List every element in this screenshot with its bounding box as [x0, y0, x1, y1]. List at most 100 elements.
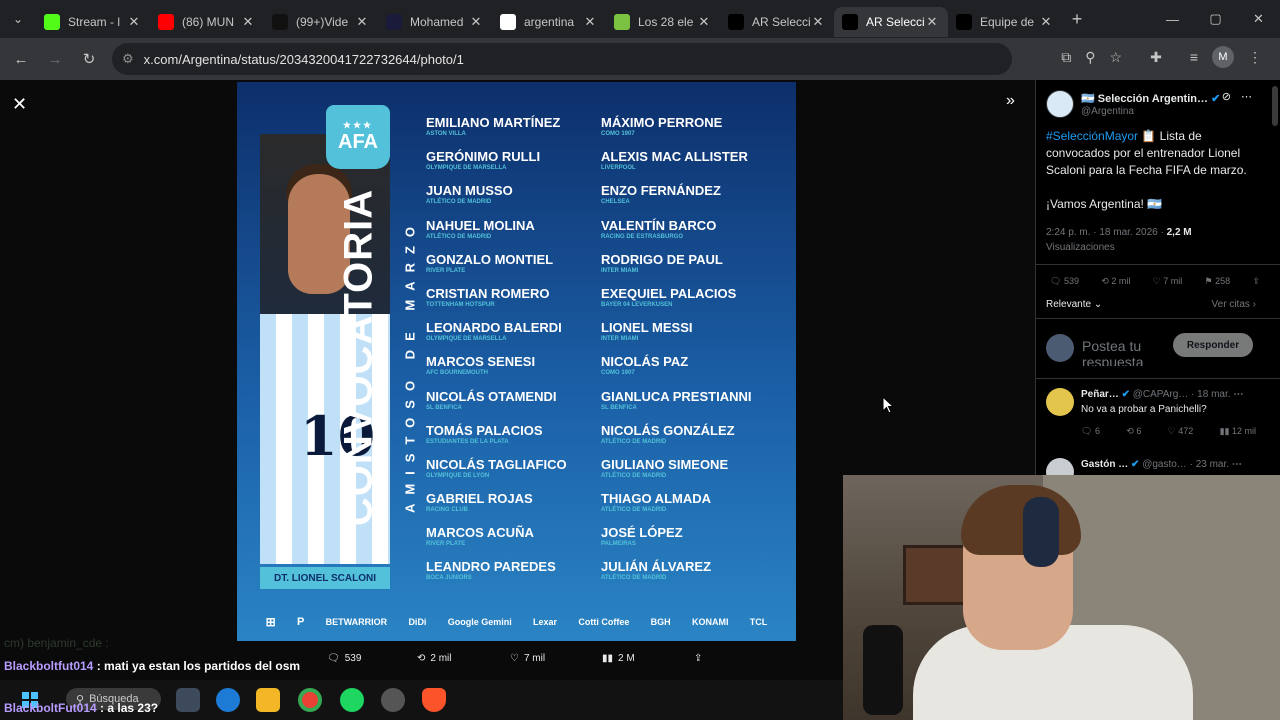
close-tab-icon[interactable]: ✕ [126, 14, 142, 30]
browser-tab[interactable]: Equipe de ✕ [948, 7, 1062, 37]
player-club: AFC BOURNEMOUTH [426, 370, 488, 377]
extensions-icon[interactable]: ✚ [1150, 49, 1162, 66]
close-viewer-icon[interactable]: ✕ [12, 94, 27, 115]
reply-avatar[interactable] [1046, 388, 1074, 416]
browser-menu-icon[interactable]: ⋮ [1248, 49, 1262, 66]
player-list-col2: MÁXIMO PERRONE COMO 1907 ALEXIS MAC ALLIST… [601, 115, 751, 594]
more-options-icon[interactable]: ⋯ [1241, 90, 1252, 103]
tweet-bookmark-button[interactable]: ⚑ 258 [1205, 276, 1231, 287]
chat-message: BlackboltFut014 : a las 23? [4, 701, 158, 715]
reply-like-count: 472 [1178, 426, 1194, 436]
reply-actions: 🗨 6 ⟲ 6 ♡ 472 ▮▮ 12 mil [1081, 426, 1256, 437]
close-tab-icon[interactable]: ✕ [468, 14, 484, 30]
player-club: ATLÉTICO DE MADRID [426, 199, 492, 206]
photo-like-count: 7 mil [523, 652, 546, 664]
photo-share-button[interactable]: ⇪ [694, 653, 702, 664]
photo-views-button[interactable]: ▮▮ 2 M [602, 653, 635, 664]
photo-repost-button[interactable]: ⟲ 2 mil [417, 653, 452, 664]
browser-tab[interactable]: (99+)Vide ✕ [264, 7, 378, 37]
tweet-like-button[interactable]: ♡ 7 mil [1153, 276, 1183, 287]
close-tab-icon[interactable]: ✕ [696, 14, 712, 30]
photo-repost-count: 2 mil [430, 652, 452, 664]
steam-icon[interactable] [381, 688, 405, 712]
close-tab-icon[interactable]: ✕ [582, 14, 598, 30]
sort-dropdown[interactable]: Relevante ⌄ [1046, 299, 1102, 310]
heart-icon: ♡ [510, 652, 519, 664]
tweet-time[interactable]: 2:24 p. m. · 18 mar. 2026 · [1046, 227, 1164, 238]
zoom-icon[interactable]: ⚲ [1085, 49, 1095, 66]
back-icon[interactable]: ← [4, 51, 38, 68]
reply-repost-count: 6 [1136, 426, 1142, 436]
more-options-icon[interactable]: ⋯ [1232, 459, 1242, 470]
url-field[interactable]: ⚙ x.com/Argentina/status/203432004172273… [112, 43, 1012, 75]
player-name: MARCOS ACUÑA [426, 525, 534, 541]
chat-faint-line: cm) benjamin_cde : [4, 636, 109, 650]
profile-avatar[interactable]: M [1212, 46, 1234, 68]
browser-tab[interactable]: AR Selecci ✕ [720, 7, 834, 37]
install-app-icon[interactable]: ⧉ [1061, 49, 1071, 66]
sidebar-scrollbar[interactable] [1272, 86, 1278, 126]
player-club: BOCA JUNIORS [426, 575, 472, 582]
player-entry: GERÓNIMO RULLI OLYMPIQUE DE MARSELLA [426, 149, 567, 183]
reply-reply-button[interactable]: 🗨 6 [1081, 426, 1100, 437]
reply-like-button[interactable]: ♡ 472 [1168, 426, 1194, 437]
close-tab-icon[interactable]: ✕ [354, 14, 370, 30]
brave-icon[interactable] [422, 688, 446, 712]
media-control-icon[interactable]: ≡ [1190, 49, 1198, 65]
close-tab-icon[interactable]: ✕ [924, 14, 940, 30]
spotify-icon[interactable] [340, 688, 364, 712]
close-tab-icon[interactable]: ✕ [240, 14, 256, 30]
player-name: VALENTÍN BARCO [601, 217, 717, 233]
close-window-icon[interactable]: ✕ [1237, 0, 1280, 38]
convocatoria-title-block: CONVOCATORIA AMISTOSO DE MARZO [329, 180, 418, 565]
player-entry: EXEQUIEL PALACIOS BAYER 04 LEVERKUSEN [601, 286, 751, 320]
forward-icon[interactable]: → [38, 51, 72, 68]
flag-icon: 🇦🇷 [1081, 93, 1098, 105]
browser-tab[interactable]: Mohamed ✕ [378, 7, 492, 37]
view-quotes-link[interactable]: Ver citas › [1212, 299, 1256, 310]
photo-like-button[interactable]: ♡ 7 mil [510, 653, 545, 664]
more-options-icon[interactable]: ⋯ [1233, 389, 1243, 400]
photo-reply-button[interactable]: 🗨 539 [327, 653, 361, 664]
tweet-repost-button[interactable]: ⟲ 2 mil [1101, 276, 1130, 287]
tab-title: Stream - l [68, 15, 121, 29]
tab-title: (86) MUN [182, 15, 235, 29]
player-club: OLYMPIQUE DE MARSELLA [426, 336, 507, 343]
browser-tab[interactable]: Stream - l ✕ [36, 7, 150, 37]
player-name: THIAGO ALMADA [601, 491, 712, 507]
x-icon [728, 14, 744, 30]
author-avatar[interactable] [1046, 90, 1074, 118]
close-tab-icon[interactable]: ✕ [1038, 14, 1054, 30]
reply-button[interactable]: Responder [1173, 333, 1253, 357]
convocatoria-graphic[interactable]: 10 ★★★ AFA CONVOCATORIA AMISTOSO DE MARZ… [237, 82, 796, 641]
reply-input[interactable]: Postea tu respuesta [1082, 338, 1172, 366]
author-handle: @Argentina [1081, 106, 1134, 117]
reply-views-button[interactable]: ▮▮ 12 mil [1220, 426, 1256, 437]
reload-icon[interactable]: ↻ [72, 50, 106, 68]
reply-author: Gastón … [1081, 459, 1129, 470]
browser-tab[interactable]: Los 28 ele ✕ [606, 7, 720, 37]
tweet-reply-count: 539 [1063, 276, 1079, 286]
divider [1036, 264, 1280, 265]
reply-repost-button[interactable]: ⟲ 6 [1126, 426, 1141, 437]
browser-tab[interactable]: (86) MUN ✕ [150, 7, 264, 37]
site-info-icon[interactable]: ⚙ [122, 51, 134, 67]
player-club: COMO 1907 [601, 370, 635, 377]
new-tab-button[interactable]: + [1062, 9, 1092, 30]
tweet-reply-button[interactable]: 🗨 539 [1050, 276, 1079, 287]
maximize-icon[interactable]: ▢ [1194, 0, 1237, 38]
tweet-hashtag[interactable]: #SelecciónMayor [1046, 129, 1138, 143]
player-club: PALMEIRAS [601, 541, 636, 548]
browser-tab[interactable]: AR Selecci ✕ [834, 7, 948, 37]
minimize-icon[interactable]: — [1151, 0, 1194, 38]
tweet-share-icon[interactable]: ⇪ [1252, 276, 1260, 287]
player-club: TOTTENHAM HOTSPUR [426, 301, 495, 308]
bookmark-star-icon[interactable]: ☆ [1110, 49, 1123, 66]
player-entry: RODRIGO DE PAUL INTER MIAMI [601, 252, 751, 286]
reply-item[interactable]: Peñar… ✔ @CAPArg… · 18 mar. ⋯ No va a pr… [1046, 388, 1271, 448]
grok-icon[interactable]: ⊘ [1222, 90, 1231, 103]
browser-tab[interactable]: argentina ✕ [492, 7, 606, 37]
reply-text: No va a probar a Panichelli? [1081, 404, 1207, 415]
tab-search-icon[interactable]: ⌄ [0, 0, 36, 38]
close-tab-icon[interactable]: ✕ [810, 14, 826, 30]
